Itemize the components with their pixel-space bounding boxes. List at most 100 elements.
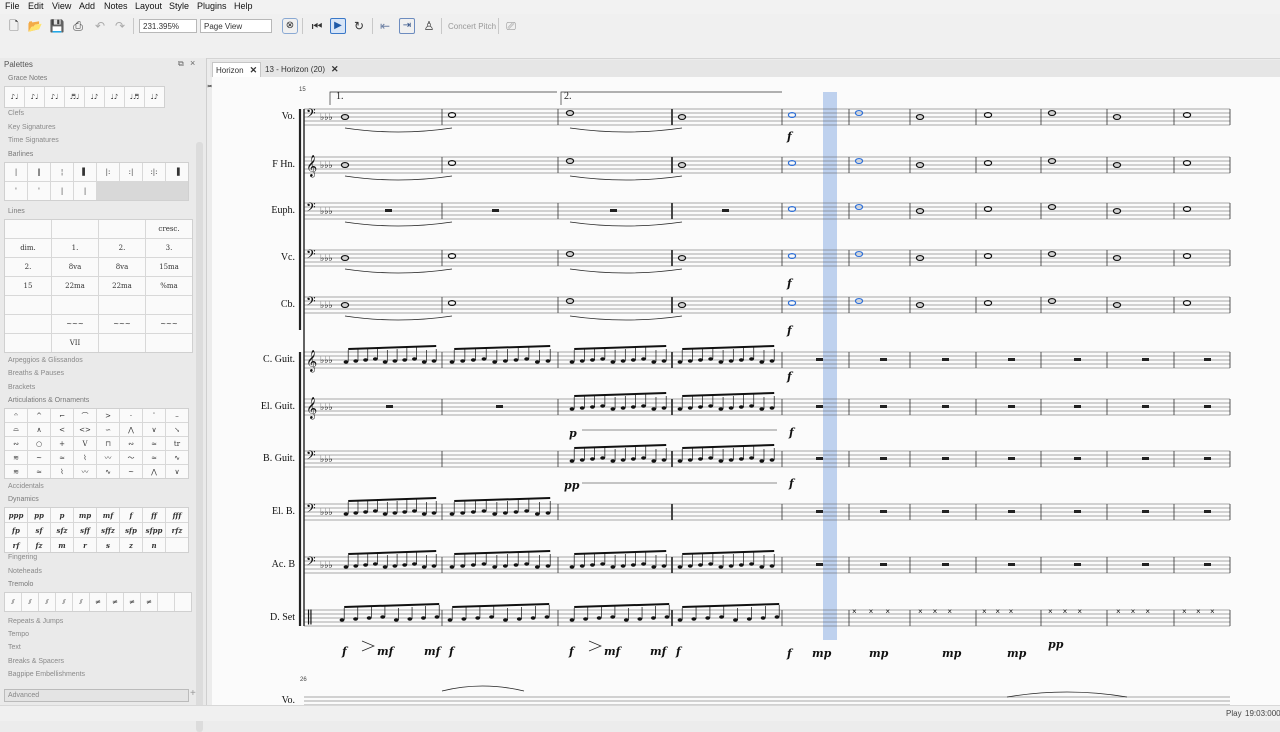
undo-icon[interactable]: ↶ xyxy=(92,18,108,34)
plus-icon[interactable]: + xyxy=(51,437,73,450)
dynamic-item[interactable]: sfp xyxy=(120,523,142,537)
zoom-select[interactable]: 231.395% xyxy=(139,19,197,33)
tremolo-item[interactable]: ⫽ xyxy=(5,593,21,611)
barline-item[interactable]: ' xyxy=(5,182,27,200)
downbow-icon[interactable]: ⊓ xyxy=(97,437,119,450)
tremolo-item[interactable]: ≠ xyxy=(90,593,106,611)
dynamic-mf[interactable]: mf xyxy=(604,645,620,658)
wavy-line-item[interactable]: ~~~ xyxy=(146,315,192,333)
ottava-8vb-item[interactable]: 8va xyxy=(99,258,145,276)
barre-line-item[interactable]: VII xyxy=(52,334,98,352)
dynamic-item[interactable]: pp xyxy=(28,508,50,522)
instrument-name-vc[interactable]: Vc. xyxy=(209,252,295,263)
grace-note-item[interactable]: ♬♩ xyxy=(65,87,84,107)
ornament-item[interactable]: ≈ xyxy=(28,465,50,478)
ornament-item[interactable]: ⌇ xyxy=(51,465,73,478)
tremolo-item[interactable] xyxy=(175,593,191,611)
barline-item[interactable]: | xyxy=(5,163,27,181)
rewind-icon[interactable]: ⏮ xyxy=(309,18,325,34)
instrument-name-f-hn[interactable]: F Hn. xyxy=(209,159,295,170)
palette-section-brackets[interactable]: Brackets xyxy=(8,384,35,391)
slur-item[interactable] xyxy=(5,220,51,238)
dynamic-item[interactable]: m xyxy=(51,538,73,552)
palette-section-key-signatures[interactable]: Key Signatures xyxy=(8,124,55,131)
slide-icon[interactable]: 〰 xyxy=(97,451,119,464)
dynamic-f[interactable]: f xyxy=(789,426,794,439)
close-icon[interactable]: ✕ xyxy=(331,64,339,74)
bracket-line-item[interactable] xyxy=(5,315,51,333)
dynamic-item[interactable]: p xyxy=(51,508,73,522)
redo-icon[interactable]: ↷ xyxy=(112,18,128,34)
palette-section-accidentals[interactable]: Accidentals xyxy=(8,483,44,490)
harmonic-icon[interactable]: ○ xyxy=(28,437,50,450)
ottava-22mb-item[interactable]: 22ma xyxy=(99,277,145,295)
dynamic-f[interactable]: f xyxy=(787,324,792,337)
grace-note-item[interactable]: ♪♩ xyxy=(25,87,44,107)
dynamic-item[interactable]: mf xyxy=(97,508,119,522)
image-capture-icon[interactable]: ⎚ xyxy=(503,18,519,34)
dynamic-item[interactable]: s xyxy=(97,538,119,552)
vibrato-line-item[interactable]: ~~~ xyxy=(99,315,145,333)
dynamic-item[interactable]: n xyxy=(143,538,165,552)
play-icon[interactable]: ▶ xyxy=(330,18,346,34)
tremolo-item[interactable] xyxy=(158,593,174,611)
score-canvas[interactable]: 𝄢 ♭♭♭ 𝄞 ♭♭♭ 𝄢 ♭♭♭ 𝄢 ♭♭♭ 𝄢 ♭♭♭ 𝄞 ♭♭♭ 𝄞 ♭♭♭ 𝄢 ♭♭♭ 𝄢 ♭♭♭ 𝄢 ♭♭♭… xyxy=(209,77,1280,706)
tremolo-item[interactable]: ≠ xyxy=(141,593,157,611)
menu-layout[interactable]: Layout xyxy=(135,1,162,11)
view-mode-select[interactable]: Page View xyxy=(200,19,272,33)
turn-alt-icon[interactable]: ∾ xyxy=(120,437,142,450)
dynamic-pp[interactable]: pp xyxy=(1048,638,1063,651)
dynamic-item[interactable] xyxy=(166,538,188,552)
palette-section-tremolo[interactable]: Tremolo xyxy=(8,581,33,588)
ornament-item[interactable]: ∿ xyxy=(97,465,119,478)
marcato-up-icon[interactable]: ∧ xyxy=(28,423,50,436)
menu-style[interactable]: Style xyxy=(169,1,189,11)
dynamic-item[interactable]: rf xyxy=(5,538,27,552)
wedge-icon[interactable]: ∨ xyxy=(143,423,165,436)
instrument-name-ac-b[interactable]: Ac. B xyxy=(209,559,295,570)
dynamic-mf[interactable]: mf xyxy=(377,645,393,658)
dynamic-item[interactable]: ppp xyxy=(5,508,27,522)
menu-plugins[interactable]: Plugins xyxy=(197,1,227,11)
ornament-item[interactable]: ⋀ xyxy=(143,465,165,478)
ornament-item[interactable]: ~ xyxy=(120,465,142,478)
dynamic-item[interactable]: r xyxy=(74,538,96,552)
save-icon[interactable]: 💾 xyxy=(49,18,65,34)
dynamic-item[interactable]: ff xyxy=(143,508,165,522)
dynamic-mp[interactable]: mp xyxy=(812,647,831,660)
palette-section-clefs[interactable]: Clefs xyxy=(8,110,24,117)
menu-add[interactable]: Add xyxy=(79,1,95,11)
dynamic-f[interactable]: f xyxy=(789,477,794,490)
grace-note-item[interactable]: ♩♪ xyxy=(105,87,124,107)
dynamic-f[interactable]: f xyxy=(676,645,681,658)
mordent-icon[interactable]: ⋀ xyxy=(120,423,142,436)
fermata-icon[interactable]: 𝄐 xyxy=(5,409,27,422)
fermata-square-icon[interactable]: ⌐ xyxy=(51,409,73,422)
dynamic-item[interactable]: mp xyxy=(74,508,96,522)
barline-item[interactable]: :| xyxy=(120,163,142,181)
volta-1-label[interactable]: 1. xyxy=(336,91,344,102)
dynamic-p[interactable]: p xyxy=(569,427,577,440)
instrument-name-d-set[interactable]: D. Set xyxy=(209,612,295,623)
dynamic-f[interactable]: f xyxy=(449,645,454,658)
dashed-line-item[interactable] xyxy=(5,334,51,352)
ottava-22ma-item[interactable]: 22ma xyxy=(52,277,98,295)
dynamic-f[interactable]: f xyxy=(787,277,792,290)
pedal-item[interactable] xyxy=(52,296,98,314)
palette-section-dynamics[interactable]: Dynamics xyxy=(8,496,39,503)
tremolo-item[interactable]: ≠ xyxy=(124,593,140,611)
palette-section-lines[interactable]: Lines xyxy=(8,208,25,215)
barline-item[interactable]: |: xyxy=(97,163,119,181)
tremolo-item[interactable]: ≠ xyxy=(107,593,123,611)
turn-icon[interactable]: ∽ xyxy=(97,423,119,436)
schleifer-icon[interactable]: ⌇ xyxy=(74,451,96,464)
palette-section-articulations[interactable]: Articulations & Ornaments xyxy=(8,397,89,404)
barline-item[interactable]: ' xyxy=(28,182,50,200)
grace-note-item[interactable]: ♩♪ xyxy=(145,87,164,107)
close-icon[interactable]: × xyxy=(190,58,195,68)
plain-line-item[interactable] xyxy=(99,334,145,352)
barline-item[interactable]: ¦ xyxy=(51,163,73,181)
tremolo-item[interactable]: ⫽ xyxy=(22,593,38,611)
dynamic-f[interactable]: f xyxy=(787,647,792,660)
barline-item[interactable]: ▌ xyxy=(74,163,96,181)
